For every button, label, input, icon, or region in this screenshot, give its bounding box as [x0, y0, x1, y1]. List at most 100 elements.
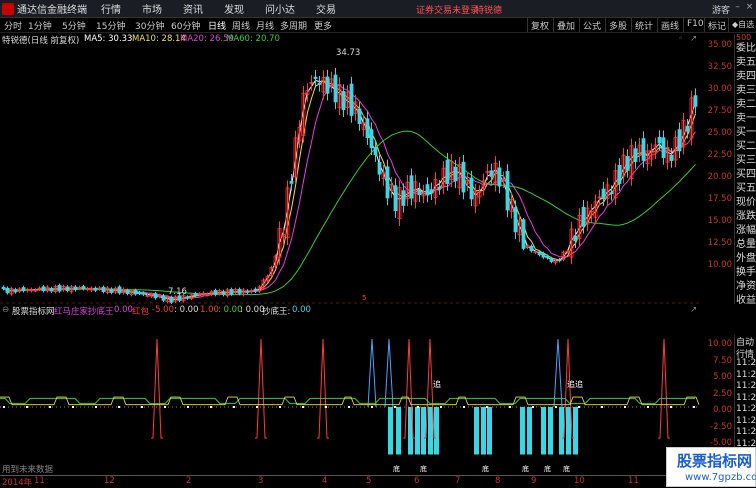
candle: [329, 71, 334, 93]
bottom-signal-bar: [388, 407, 393, 455]
menu-news[interactable]: 资讯: [183, 1, 203, 16]
multi-stock-button[interactable]: 多股: [605, 18, 630, 32]
candle: [269, 265, 274, 278]
candle: [41, 285, 46, 293]
candle: [153, 291, 158, 300]
period-more[interactable]: 更多: [314, 19, 332, 32]
period-monthly[interactable]: 月线: [256, 19, 274, 32]
candle: [397, 180, 402, 226]
collapse-icon[interactable]: ⊖: [2, 305, 9, 315]
candle: [73, 285, 78, 292]
candle: [377, 155, 382, 182]
candle: [57, 283, 62, 293]
menu-ask[interactable]: 问小达: [265, 1, 295, 16]
indicator-formula-name[interactable]: 红马庄家抄底王: [54, 305, 114, 317]
stats-button[interactable]: 统计: [631, 18, 656, 32]
tick-time: 11:29: [736, 381, 756, 391]
candle: [21, 285, 26, 293]
period-30min[interactable]: 30分钟: [135, 19, 164, 32]
ma60-value: MA60: 20.70: [226, 34, 280, 44]
baseline-dot: [279, 406, 281, 408]
indicator-axis: 10.007.505.002.500.00-2.50-5.00-7.50: [700, 335, 734, 465]
period-5min[interactable]: 5分钟: [62, 19, 86, 32]
tick-time: 11:29: [736, 415, 756, 426]
side-label: 总量: [736, 239, 756, 250]
app-logo-icon: [2, 2, 14, 15]
period-1min[interactable]: 1分钟: [28, 19, 52, 32]
formula-button[interactable]: 公式: [579, 18, 604, 32]
indicator-tick: 7.50: [713, 355, 732, 366]
baseline-dot: [302, 406, 304, 408]
indicator-v4: 1.00: [200, 305, 219, 315]
bottom-marker-1: 底: [393, 464, 400, 473]
guest-user[interactable]: 游客: [712, 3, 730, 16]
indicator-v2-label: 红包: [132, 307, 150, 317]
bottom-marker-5: 底: [544, 464, 551, 473]
indicator-chart[interactable]: 追 追追 底 底 底 底 底 底: [0, 317, 700, 475]
date-tick: 2014年: [2, 478, 33, 488]
close-icon[interactable]: ×: [744, 2, 755, 13]
indicator-v3: : 0.00: [174, 305, 199, 315]
tick-time: 11:29: [736, 369, 756, 380]
candle: [461, 154, 466, 200]
price-tick: 35.00: [707, 40, 732, 50]
green-signal-line: [0, 397, 695, 405]
minimize-icon[interactable]: –: [732, 2, 743, 13]
expand-icon[interactable]: ◦: [678, 34, 683, 44]
side-label: 外盘: [736, 253, 756, 264]
ma20-line: [3, 84, 696, 299]
candlestick-chart[interactable]: 34.73 7.16 5: [0, 46, 700, 304]
indicator-tick: 10.00: [707, 339, 732, 349]
candle: [477, 185, 482, 205]
candle: [589, 204, 594, 223]
baseline-dot: [555, 406, 557, 408]
overlay-button[interactable]: 叠加: [553, 18, 578, 32]
stock-title: 特锐德(日线 前复权): [2, 36, 80, 46]
price-tick: 30.00: [707, 84, 732, 94]
period-timeshare[interactable]: 分时: [4, 19, 22, 32]
period-60min[interactable]: 60分钟: [171, 19, 200, 32]
baseline-dot: [141, 406, 143, 408]
candle: [253, 287, 258, 293]
price-tick: 32.50: [707, 62, 732, 72]
red-signal-spike: [317, 338, 329, 439]
candle: [633, 141, 638, 169]
date-tick: 8: [495, 476, 501, 486]
baseline-dot: [394, 406, 396, 408]
candle: [665, 140, 670, 170]
trade-login-status[interactable]: 证券交易未登录: [416, 3, 479, 16]
adjust-button[interactable]: 复权: [527, 18, 552, 32]
price-axis: 35.00 32.50 30.00 27.50 25.00 22.50 20.00 17.50…: [700, 34, 734, 304]
date-tick: 11: [34, 476, 45, 486]
candle: [93, 286, 98, 293]
menu-quotes[interactable]: 行情: [101, 1, 121, 16]
indicator-settings-icon[interactable]: ↗: [690, 305, 697, 315]
period-15min[interactable]: 15分钟: [96, 19, 125, 32]
candle: [429, 182, 434, 200]
candle: [49, 286, 54, 293]
menu-market[interactable]: 市场: [142, 1, 162, 16]
price-tick: 22.50: [707, 150, 732, 160]
menu-trade[interactable]: 交易: [316, 1, 336, 16]
ma5-value: MA5: 30.33: [84, 34, 133, 44]
candle: [273, 254, 278, 269]
menu-discover[interactable]: 发现: [224, 1, 244, 16]
candle: [325, 69, 330, 101]
candle: [529, 244, 534, 253]
settings-icon[interactable]: ↗: [690, 34, 697, 44]
baseline-dot: [601, 406, 603, 408]
candle: [401, 183, 406, 213]
draw-line-button[interactable]: 画线: [657, 18, 682, 32]
bottom-signal-bar: [428, 407, 433, 455]
baseline-dot: [670, 406, 672, 408]
mark-button[interactable]: 标记: [704, 18, 729, 32]
add-favorite-button[interactable]: ◆自选: [728, 18, 756, 32]
date-tick: 4: [322, 476, 328, 486]
candle: [385, 159, 390, 206]
period-daily[interactable]: 日线: [208, 19, 226, 32]
period-weekly[interactable]: 周线: [232, 19, 250, 32]
period-multi[interactable]: 多周期: [280, 19, 307, 32]
bottom-signal-bar: [520, 407, 525, 455]
side-label: 买四: [736, 169, 756, 180]
blue-signal-spike: [367, 338, 377, 408]
